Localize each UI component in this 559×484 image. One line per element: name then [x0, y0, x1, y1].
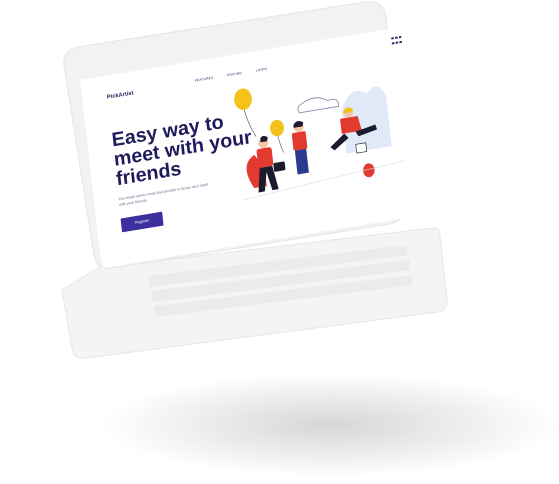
laptop-mockup: PickArtist FEATURES PRICING LOGIN Easy w…	[0, 0, 559, 484]
register-button[interactable]: Register	[120, 211, 164, 233]
balloon-yellow-2	[270, 119, 284, 137]
cloud-icon	[297, 97, 340, 114]
balloon-yellow	[234, 88, 252, 110]
floor-shadow	[100, 373, 559, 477]
person-2-legs	[294, 148, 309, 175]
person-2-shirt	[291, 131, 308, 151]
brand-logo[interactable]: PickArtist	[107, 89, 134, 100]
nav-link-features[interactable]: FEATURES	[195, 76, 214, 83]
gift-box	[355, 142, 368, 154]
menu-grid-icon[interactable]	[391, 35, 403, 46]
person-1-shirt	[256, 147, 274, 168]
hero-illustration	[234, 86, 405, 201]
